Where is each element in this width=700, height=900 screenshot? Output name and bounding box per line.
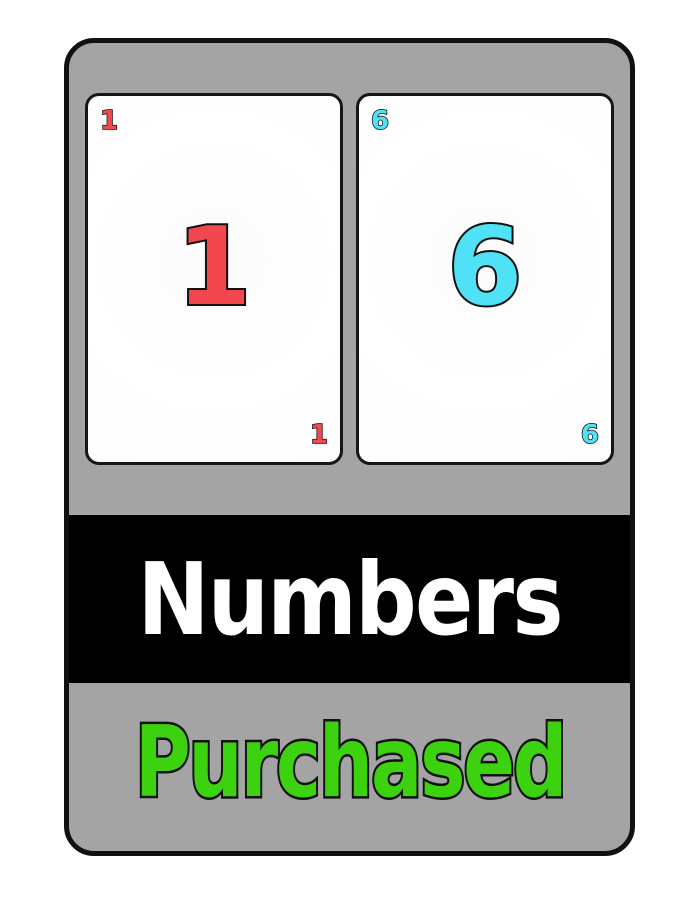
card-corner-bottom: 1	[309, 420, 329, 450]
item-label-bar: Numbers	[69, 515, 630, 683]
card-corner-top: 1	[99, 106, 119, 136]
purchased-status-text: Purchased	[132, 704, 569, 823]
card-center-number: 6	[445, 205, 524, 330]
shop-item-panel[interactable]: 1 1 1 6 6 6 Numbers Purchased	[64, 38, 635, 856]
card-corner-top: 6	[370, 106, 390, 136]
item-title: Numbers	[137, 540, 563, 658]
card-center-number: 1	[174, 205, 253, 330]
number-card-1: 1 1 1	[85, 93, 343, 465]
card-corner-bottom: 6	[580, 420, 600, 450]
purchase-status: Purchased	[69, 703, 630, 823]
number-card-6: 6 6 6	[356, 93, 614, 465]
